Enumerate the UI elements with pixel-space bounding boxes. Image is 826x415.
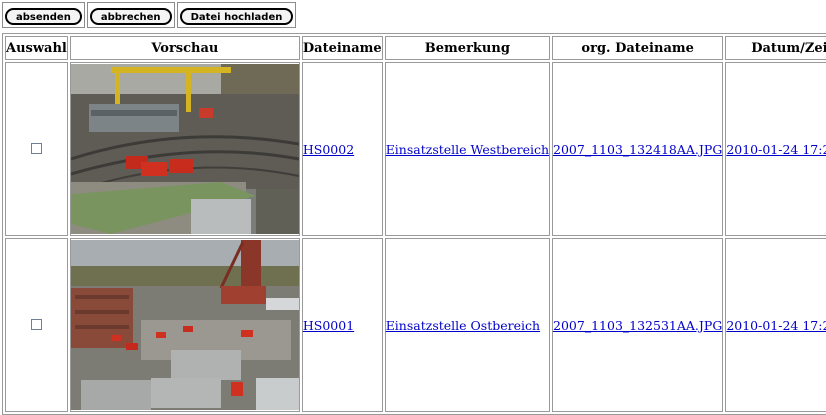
select-checkbox[interactable]	[30, 142, 42, 154]
header-preview: Vorschau	[69, 36, 300, 60]
original-filename-link[interactable]: 2007_1103_132418AA.JPG	[553, 142, 722, 157]
note-link[interactable]: Einsatzstelle Ostbereich	[386, 318, 540, 333]
toolbar-cell: Datei hochladen	[176, 2, 297, 28]
note-cell: Einsatzstelle Westbereich	[384, 62, 551, 236]
original-filename-link[interactable]: 2007_1103_132531AA.JPG	[553, 318, 722, 333]
preview-cell	[69, 238, 300, 412]
note-cell: Einsatzstelle Ostbereich	[384, 238, 551, 412]
photo-table: Auswahl Vorschau Dateiname Bemerkung org…	[2, 33, 826, 415]
datetime-link[interactable]: 2010-01-24 17:23:00	[726, 142, 826, 157]
filename-cell: HS0002	[301, 62, 383, 236]
datetime-link[interactable]: 2010-01-24 17:20:00	[726, 318, 826, 333]
toolbar-cell: absenden	[2, 2, 85, 28]
note-link[interactable]: Einsatzstelle Westbereich	[386, 142, 549, 157]
toolbar-cell: abbrechen	[86, 2, 175, 28]
preview-image-industrial-yard[interactable]	[70, 64, 299, 234]
preview-cell	[69, 62, 300, 236]
filename-link[interactable]: HS0001	[303, 318, 354, 333]
header-datetime: Datum/Zeit	[725, 36, 826, 60]
header-select: Auswahl	[5, 36, 68, 60]
submit-button[interactable]: absenden	[5, 8, 82, 25]
header-row: Auswahl Vorschau Dateiname Bemerkung org…	[5, 36, 826, 60]
cancel-button[interactable]: abbrechen	[89, 8, 172, 25]
table-row: HS0002 Einsatzstelle Westbereich 2007_11…	[5, 62, 826, 236]
table-row: HS0001 Einsatzstelle Ostbereich 2007_110…	[5, 238, 826, 412]
original-filename-cell: 2007_1103_132418AA.JPG	[552, 62, 724, 236]
select-checkbox[interactable]	[30, 318, 42, 330]
upload-file-button[interactable]: Datei hochladen	[179, 8, 294, 25]
filename-cell: HS0001	[301, 238, 383, 412]
select-cell	[5, 238, 68, 412]
filename-link[interactable]: HS0002	[303, 142, 354, 157]
header-note: Bemerkung	[384, 36, 551, 60]
header-filename: Dateiname	[301, 36, 383, 60]
datetime-cell: 2010-01-24 17:23:00	[725, 62, 826, 236]
datetime-cell: 2010-01-24 17:20:00	[725, 238, 826, 412]
original-filename-cell: 2007_1103_132531AA.JPG	[552, 238, 724, 412]
toolbar: absenden abbrechen Datei hochladen	[2, 2, 297, 28]
select-cell	[5, 62, 68, 236]
preview-image-mine-site[interactable]	[70, 240, 299, 410]
header-original-filename: org. Dateiname	[552, 36, 724, 60]
